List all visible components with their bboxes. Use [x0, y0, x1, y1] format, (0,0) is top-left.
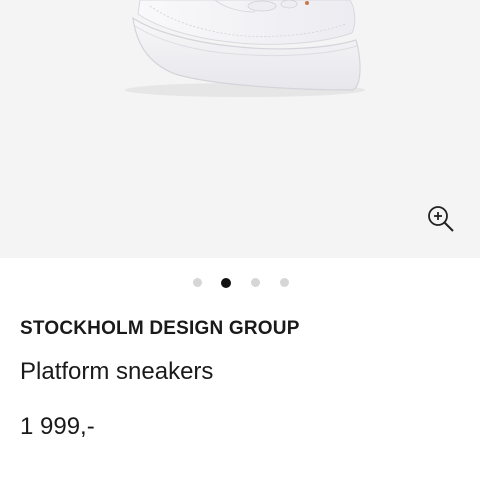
zoom-button[interactable]: [422, 201, 458, 237]
pagination-dot[interactable]: [193, 278, 202, 287]
product-image[interactable]: [0, 0, 480, 258]
product-title: Platform sneakers: [20, 358, 214, 385]
pagination-dot[interactable]: [280, 278, 289, 287]
pagination-dot[interactable]: [251, 278, 260, 287]
image-pagination: [0, 276, 480, 290]
product-image-gallery[interactable]: [0, 0, 480, 258]
product-brand[interactable]: STOCKHOLM DESIGN GROUP: [20, 318, 300, 340]
pagination-dot-active[interactable]: [221, 277, 231, 288]
zoom-in-icon: [428, 206, 454, 232]
product-price: 1 999,-: [20, 413, 95, 440]
